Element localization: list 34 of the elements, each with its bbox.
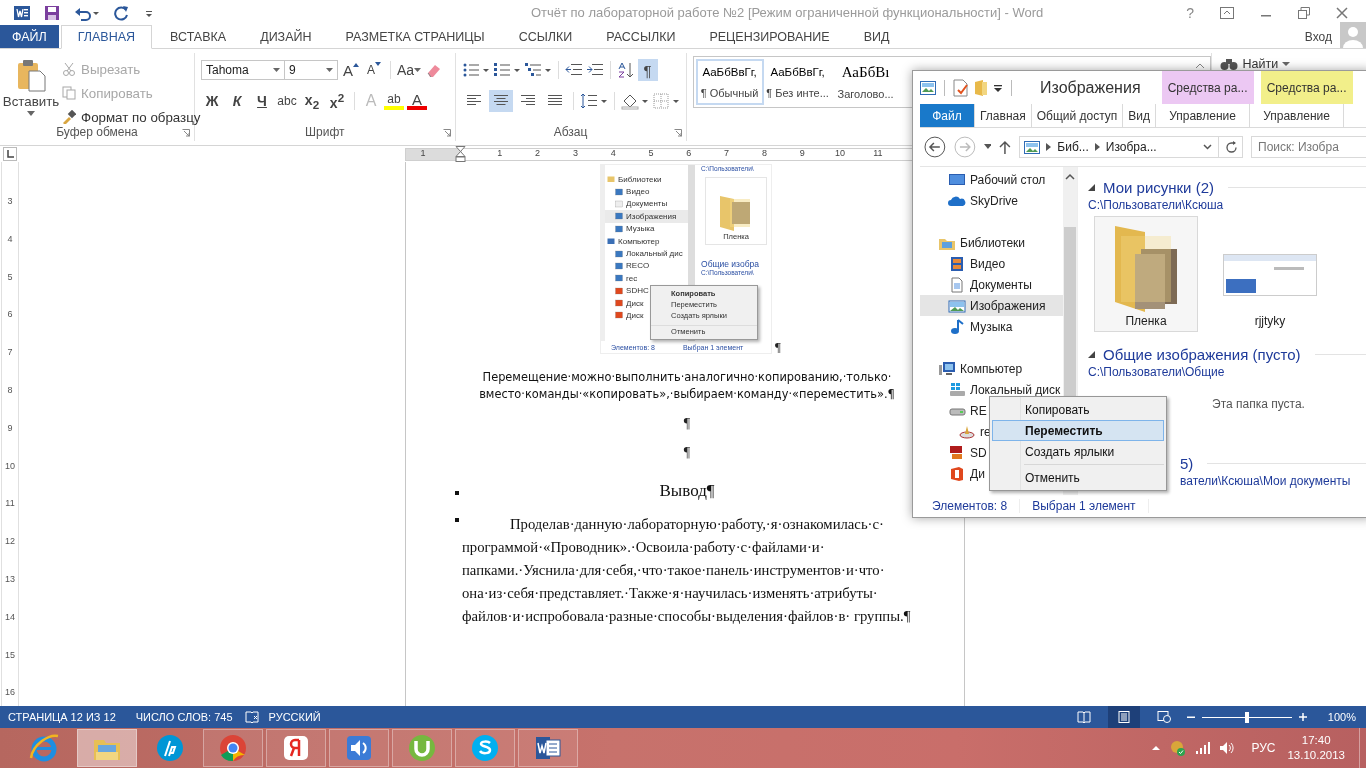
group-label: Шрифт	[305, 125, 345, 139]
ruler-number: 12	[4, 536, 16, 547]
ruler-number: 11	[4, 498, 16, 509]
status-text: Элементов: 8	[920, 499, 1021, 513]
ruler-number: 15	[4, 649, 16, 660]
ruler-number: 14	[4, 611, 16, 622]
contextual-tab-header: Средства ра...	[1260, 71, 1353, 104]
group-label: Абзац	[553, 125, 588, 139]
ruler-number: 4	[6, 233, 14, 244]
window-title: Отчёт по лабораторной работе №2 [Режим ограниченной функциональности] - Word	[529, 5, 1045, 20]
ruler-number: 6	[6, 309, 14, 320]
folder-path: C:\Пользователи\Ксюша	[1088, 198, 1225, 212]
ruler-number: 16	[4, 687, 16, 698]
heading: Вывод¶	[658, 481, 716, 501]
status-text: Выбран 1 элемент	[1020, 499, 1149, 513]
paragraph-mark: ¶	[682, 415, 692, 432]
ruler-number: 5	[6, 271, 14, 282]
group-label: Буфер обмена	[56, 125, 138, 139]
paragraph-mark: ¶	[775, 340, 781, 353]
folder-path: ватели\Ксюша\Мои документы	[1179, 474, 1352, 488]
empty-folder-message: Эта папка пуста.	[1212, 397, 1306, 411]
ruler-number: 13	[4, 574, 16, 584]
paragraph: Проделав·данную·лабораторную·работу,·я·ознакомилась·с· программой·«Проводник».·Освоила·работу·с·файлами·и· папками.·Уяснила·для·себя,·что·такое·панель·инструментов·и·что· она·из·себя·представляет.·Также·я·научилась·изменять·атрибуты· файлов·и·испробовала·разные·способы·выделения·файлов·в· группы.¶	[462, 515, 912, 626]
ruler-number: 3	[6, 196, 14, 206]
ruler-number: 9	[6, 422, 14, 433]
ruler-number: 7	[6, 347, 14, 358]
ruler-number: 8	[6, 385, 14, 395]
paragraph-mark: ¶	[682, 444, 692, 461]
ruler-number: 10	[4, 460, 16, 471]
figure-caption: Перемещение·можно·выполнить·аналогично·копированию,·только· вместо·команды·«копировать»,·выбираем·команду·«переместить».¶	[478, 369, 896, 403]
group-heading: Общие изобра	[701, 259, 760, 269]
contextual-tab-header: Средства ра...	[1161, 71, 1254, 104]
window-title: Изображения	[1040, 78, 1141, 97]
folder-path: C:\Пользователи\Общие	[1088, 365, 1226, 379]
